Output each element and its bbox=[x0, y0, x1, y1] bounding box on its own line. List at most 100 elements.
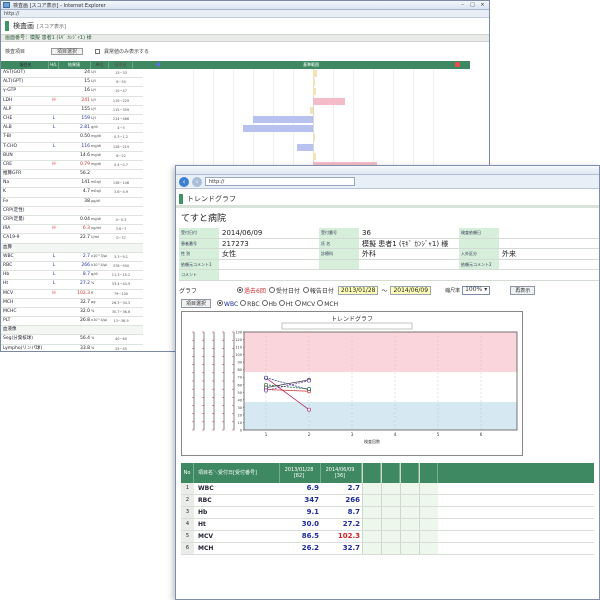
radio-rbc-dot[interactable] bbox=[240, 299, 247, 306]
table-row[interactable]: ALB L 2.81 g/dl 4~5 bbox=[1, 124, 143, 134]
radio-mcv-dot[interactable] bbox=[294, 299, 301, 306]
y-tick-label: 90 bbox=[238, 361, 242, 365]
radio-hb-dot[interactable] bbox=[261, 299, 268, 306]
table-row[interactable]: ALT(GPT) 15 U/l 6~30 bbox=[1, 78, 143, 88]
table-row[interactable]: 血算 bbox=[1, 243, 143, 253]
minimize-icon[interactable]: – bbox=[459, 2, 466, 8]
radio-mch[interactable]: MCH bbox=[317, 299, 338, 308]
table-row[interactable]: CA19-9 22.7 U/ml 0~37 bbox=[1, 234, 143, 244]
table-row[interactable]: γ-GTP 16 U/l 10~47 bbox=[1, 87, 143, 97]
redisplay-button[interactable]: 再表示 bbox=[510, 285, 536, 295]
score-scale-header: 基準範囲 bbox=[143, 61, 470, 69]
close-icon[interactable]: × bbox=[479, 2, 486, 8]
table-row[interactable]: 推算GFR 56.2 bbox=[1, 170, 143, 180]
row-unit: U/l bbox=[91, 115, 96, 120]
row-unit: x10^4/μl bbox=[91, 318, 108, 323]
row-hl bbox=[49, 87, 59, 95]
radio-report-date[interactable]: 報告日付 bbox=[302, 286, 334, 295]
table-row[interactable]: CRP(定性) - bbox=[1, 207, 143, 216]
row-hl: L bbox=[52, 253, 56, 259]
table-row[interactable]: Ht L 27.2% 33.4~44.9 bbox=[1, 280, 143, 290]
table-row[interactable]: 5 MCV 86.5 102.3 bbox=[181, 531, 594, 543]
table-row[interactable]: 3 Hb 9.1 8.7 bbox=[181, 507, 594, 519]
radio-hb[interactable]: Hb bbox=[261, 299, 277, 308]
table-row[interactable]: 1 WBC 6.9 2.7 bbox=[181, 483, 594, 495]
trend-row-value1: 347 bbox=[304, 496, 319, 504]
header-accent bbox=[5, 21, 9, 31]
score-page-header: 検査画 [スコア表示] bbox=[5, 20, 66, 32]
table-row[interactable]: LDH H 241 U/l 119~229 bbox=[1, 97, 143, 106]
radio-wbc[interactable]: WBC bbox=[217, 299, 238, 308]
trend-col-date2: 2014/06/09 [36] bbox=[321, 463, 362, 483]
table-row[interactable]: Lympho(リンパ球) 33.8% 25~45 bbox=[1, 345, 143, 351]
table-row[interactable]: MCV H 102.3 fl 79~100 bbox=[1, 290, 143, 299]
row-name: PLT bbox=[3, 318, 11, 324]
table-row[interactable]: RBC L 266 x10^4/μl 376~500 bbox=[1, 262, 143, 272]
info-value: 217273 bbox=[222, 239, 249, 248]
radio-accept-date[interactable]: 受付日付 bbox=[268, 286, 300, 295]
table-row[interactable]: CRP(定量) 0.04 mg/dl 0~0.3 bbox=[1, 216, 143, 226]
low-marker-icon bbox=[155, 62, 160, 67]
table-row[interactable]: Na 141 mEq/l 138~146 bbox=[1, 179, 143, 189]
score-window-address[interactable]: http:// bbox=[1, 10, 489, 18]
x-tick-label: 5 bbox=[437, 432, 440, 437]
trend-item-select-button[interactable]: 項目選択 bbox=[181, 299, 212, 308]
table-row[interactable]: 2 RBC 347 266 bbox=[181, 495, 594, 507]
table-row[interactable]: AST(GOT) 24 U/l 13~33 bbox=[1, 69, 143, 79]
table-row[interactable]: 血液像 bbox=[1, 326, 143, 336]
table-row[interactable]: Hb L 8.7 g/dl 11.3~15.2 bbox=[1, 271, 143, 281]
radio-accept-date-dot[interactable] bbox=[268, 286, 275, 293]
date-from-input[interactable]: 2013/01/28 bbox=[337, 285, 379, 295]
score-window-titlebar[interactable]: 検査画 [スコア表示] - Internet Explorer – □ × bbox=[1, 1, 489, 10]
row-ref: 26.3~34.3 bbox=[111, 300, 131, 305]
table-row[interactable]: T-CHO L 116 mg/dl 128~219 bbox=[1, 143, 143, 152]
series-point-mch bbox=[307, 378, 311, 383]
radio-mch-dot[interactable] bbox=[317, 299, 324, 306]
series-point-wbc bbox=[307, 407, 311, 412]
table-row[interactable]: Fe 38 μg/dl bbox=[1, 198, 143, 207]
table-row[interactable]: MCHC 32.0% 30.7~36.6 bbox=[1, 308, 143, 318]
forward-icon[interactable]: › bbox=[192, 176, 202, 187]
radio-wbc-dot[interactable] bbox=[217, 299, 224, 306]
row-name: CRE bbox=[3, 161, 13, 167]
row-name: T-CHO bbox=[3, 143, 18, 149]
table-row[interactable]: K 4.7 mEq/l 3.6~4.9 bbox=[1, 188, 143, 198]
low-band bbox=[244, 402, 517, 430]
table-row[interactable]: IRA H 6.3 ng/ml 3.6~7 bbox=[1, 225, 143, 235]
scale-select[interactable]: 100% ▾ bbox=[462, 285, 491, 295]
radio-rbc[interactable]: RBC bbox=[240, 299, 260, 308]
trend-window-titlebar[interactable] bbox=[176, 166, 599, 175]
row-ref: 4~5 bbox=[117, 126, 125, 131]
radio-recent6[interactable]: 過去6回 bbox=[237, 286, 266, 295]
maximize-icon[interactable]: □ bbox=[469, 2, 476, 8]
trend-row-empty bbox=[419, 531, 438, 542]
radio-recent6-dot[interactable] bbox=[237, 286, 244, 293]
table-row[interactable]: MCH 32.7 pg 26.3~34.3 bbox=[1, 299, 143, 308]
table-row[interactable]: BUN 14.6 mg/dl 8~22 bbox=[1, 152, 143, 161]
radio-report-date-dot[interactable] bbox=[302, 286, 309, 293]
row-value bbox=[59, 244, 91, 252]
trend-url-input[interactable]: http:// bbox=[205, 177, 355, 186]
radio-mcv[interactable]: MCV bbox=[294, 299, 315, 308]
table-row[interactable]: WBC L 2.7 x10^3/μl 3.3~9.1 bbox=[1, 253, 143, 262]
table-row[interactable]: ALP 155 U/l 115~359 bbox=[1, 106, 143, 115]
radio-ht-dot[interactable] bbox=[278, 299, 285, 306]
radio-ht[interactable]: Ht bbox=[278, 299, 293, 308]
info-label: 患者番号 bbox=[179, 238, 219, 248]
abnormal-only-checkbox[interactable] bbox=[95, 49, 101, 54]
row-ref: 0~0.3 bbox=[115, 218, 127, 222]
table-row[interactable]: 6 MCH 26.2 32.7 bbox=[181, 543, 594, 555]
trend-row-empty bbox=[381, 507, 400, 518]
table-row[interactable]: 4 Ht 30.0 27.2 bbox=[181, 519, 594, 531]
table-row[interactable]: PLT 26.8 x10^4/μl 13~36.9 bbox=[1, 317, 143, 327]
table-row[interactable]: Seg(分葉核球) 56.4% 40~60 bbox=[1, 335, 143, 345]
row-hl bbox=[49, 244, 59, 252]
table-row[interactable]: CRE H 0.79 mg/dl 0.4~0.7 bbox=[1, 161, 143, 171]
back-icon[interactable]: ‹ bbox=[179, 176, 189, 187]
date-to-input[interactable]: 2014/06/09 bbox=[390, 285, 432, 295]
table-row[interactable]: CHE L 159 U/l 214~466 bbox=[1, 115, 143, 125]
row-hl: H bbox=[52, 290, 56, 296]
item-select-button[interactable]: 項目選択 bbox=[51, 48, 84, 55]
info-value bbox=[499, 228, 599, 238]
table-row[interactable]: T-BI 0.50 mg/dl 0.3~1.2 bbox=[1, 133, 143, 143]
